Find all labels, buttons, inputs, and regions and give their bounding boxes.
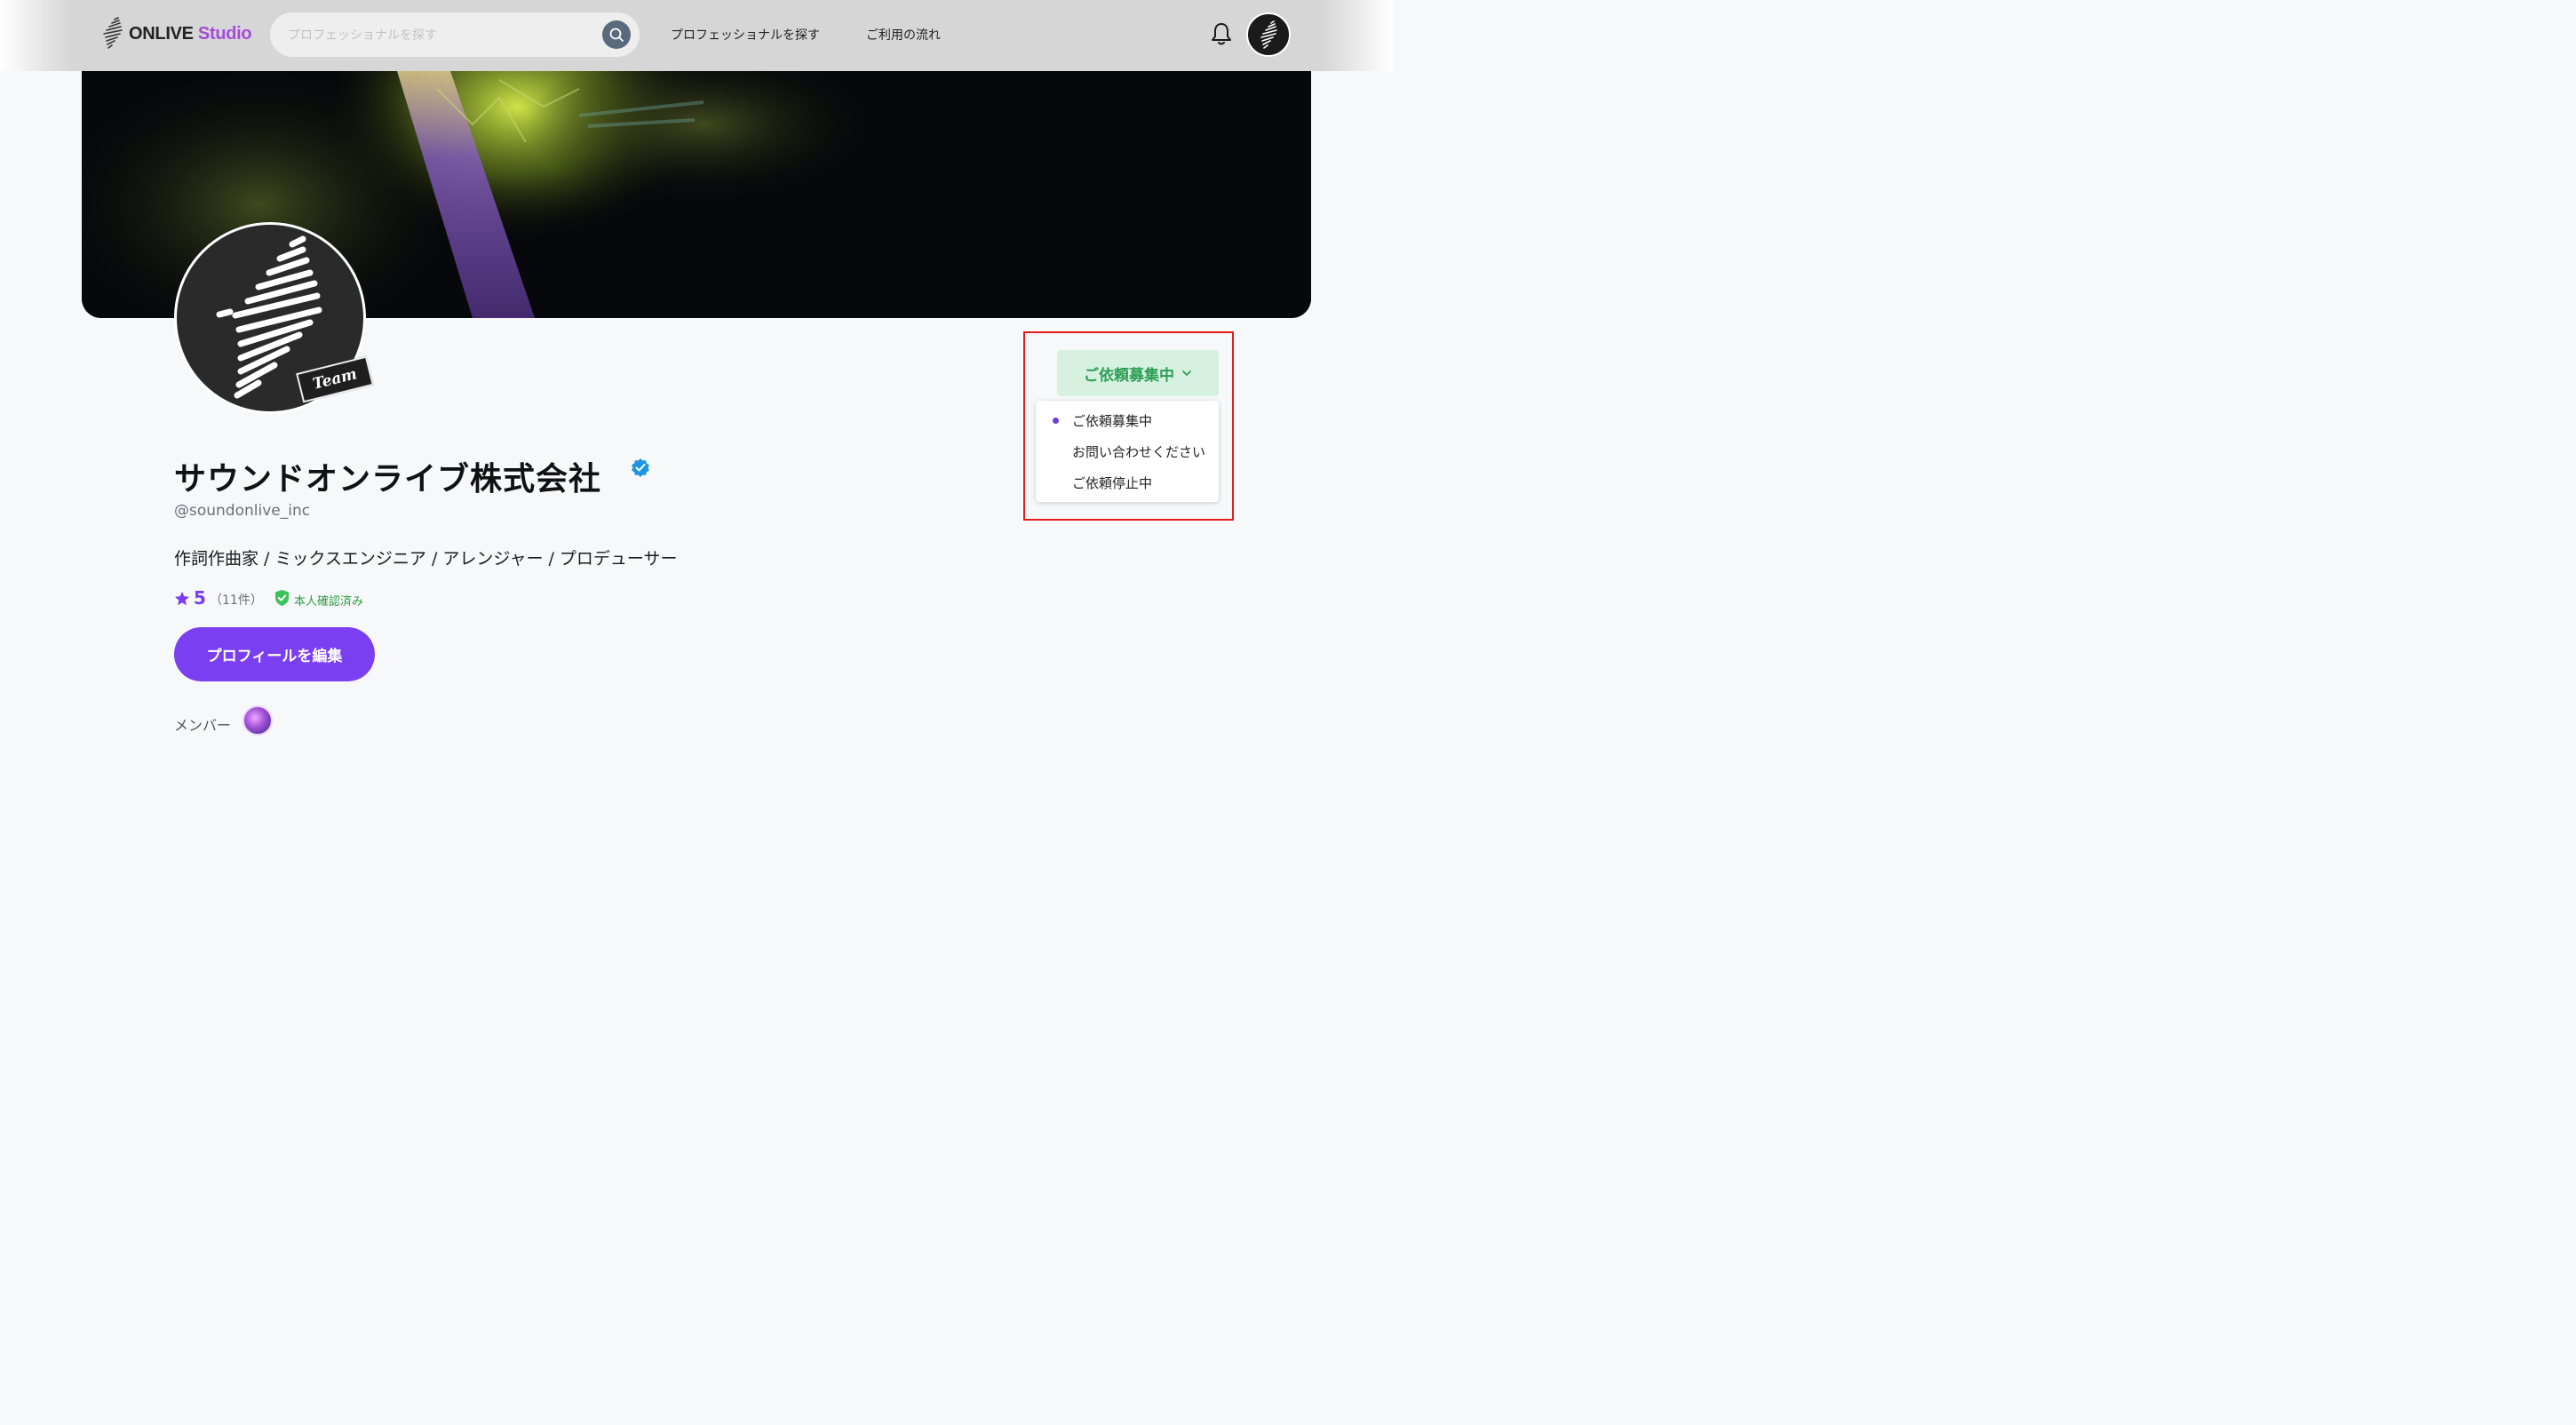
user-avatar[interactable] bbox=[1246, 12, 1291, 57]
profile-roles: 作詞作曲家 / ミックスエンジニア / アレンジャー / プロデューサー bbox=[174, 549, 678, 569]
search-input[interactable] bbox=[286, 12, 592, 59]
rating-value: 5 bbox=[194, 587, 206, 609]
bell-icon[interactable] bbox=[1210, 21, 1233, 46]
logo-icon bbox=[103, 17, 123, 49]
selected-indicator-icon bbox=[1053, 418, 1059, 424]
search-bar bbox=[270, 12, 640, 59]
logo-text-onlive: ONLIVE bbox=[129, 23, 194, 44]
edit-profile-button[interactable]: プロフィールを編集 bbox=[174, 627, 375, 681]
star-icon bbox=[175, 592, 189, 606]
search-icon bbox=[609, 28, 624, 42]
nav-how-it-works[interactable]: ご利用の流れ bbox=[866, 26, 941, 44]
search-button[interactable] bbox=[602, 20, 631, 49]
status-dropdown-menu: ご依頼募集中 お問い合わせください ご依頼停止中 bbox=[1036, 401, 1219, 502]
shield-check-icon bbox=[275, 590, 289, 606]
verified-check-icon bbox=[632, 458, 649, 477]
profile-name: サウンドオンライブ株式会社 bbox=[174, 461, 602, 498]
status-current-label: ご依頼募集中 bbox=[1084, 366, 1174, 385]
logo[interactable]: ONLIVE Studio bbox=[102, 16, 252, 52]
logo-text-studio: Studio bbox=[197, 23, 252, 44]
status-option-contact[interactable]: お問い合わせください bbox=[1072, 442, 1205, 461]
status-option-accepting[interactable]: ご依頼募集中 bbox=[1072, 411, 1152, 430]
chevron-down-icon bbox=[1182, 370, 1191, 376]
top-navbar: ONLIVE Studio プロフェッショナルを探す ご利用の流れ bbox=[0, 0, 1393, 71]
status-dropdown-button[interactable]: ご依頼募集中 bbox=[1057, 350, 1219, 396]
rating-count[interactable]: （11件） bbox=[210, 591, 263, 609]
member-avatar[interactable] bbox=[242, 705, 273, 736]
identity-verified-label: 本人確認済み bbox=[294, 595, 364, 609]
nav-find-professionals[interactable]: プロフェッショナルを探す bbox=[671, 26, 820, 44]
members-label: メンバー bbox=[174, 717, 232, 734]
status-option-paused[interactable]: ご依頼停止中 bbox=[1072, 474, 1152, 492]
avatar-logo-icon bbox=[1260, 20, 1277, 49]
profile-handle: @soundonlive_inc bbox=[174, 502, 311, 520]
